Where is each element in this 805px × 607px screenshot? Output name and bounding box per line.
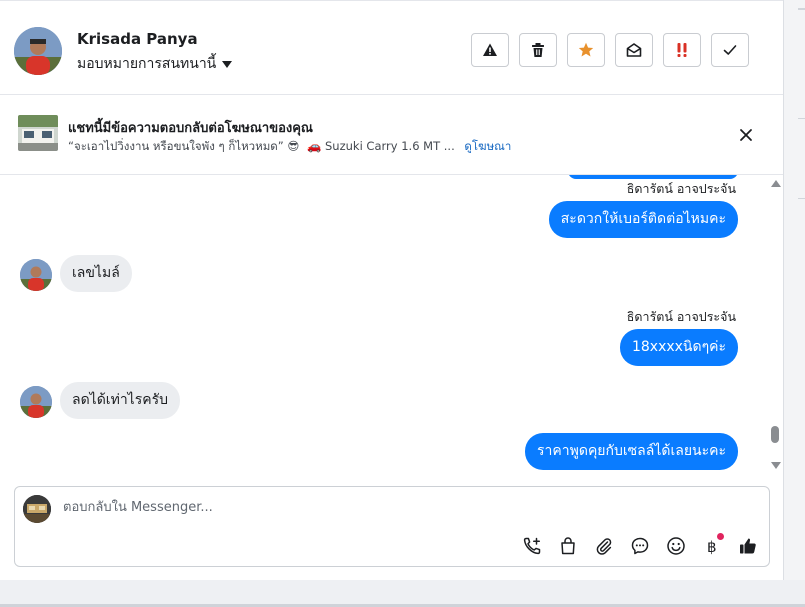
sender-name: ธิดารัตน์ อาจประจัน — [626, 309, 736, 324]
contact-avatar[interactable] — [14, 27, 62, 75]
conversation-panel: Krisada Panya มอบหมายการสนทนานี้ แชทนี้ม… — [0, 0, 784, 580]
warning-icon — [483, 43, 497, 56]
close-banner-button[interactable] — [736, 125, 756, 145]
message-bubble-outgoing[interactable]: สะดวกให้เบอร์ติดต่อไหมคะ — [548, 201, 738, 238]
notification-dot — [717, 533, 724, 540]
message-bubble-outgoing[interactable]: 18xxxxนิดๆค่ะ — [619, 329, 738, 366]
scroll-up-arrow-icon[interactable] — [771, 180, 781, 187]
contact-name[interactable]: Krisada Panya — [77, 30, 198, 48]
chat-bubble-icon[interactable] — [629, 535, 651, 557]
scroll-down-arrow-icon[interactable] — [771, 462, 781, 469]
contact-avatar-small[interactable] — [20, 259, 52, 291]
conversation-header: Krisada Panya มอบหมายการสนทนานี้ — [0, 0, 783, 95]
ad-banner-details: “จะเอาไปวิ่งงาน หรือขนใจพัง ๆ ก็ไหวหมด” … — [68, 138, 511, 156]
check-icon — [723, 45, 737, 55]
message-bubble-incoming[interactable]: ลดได้เท่าไรครับ — [60, 382, 181, 419]
message-list[interactable]: ธิดารัตน์ อาจประจัน สะดวกให้เบอร์ติดต่อไ… — [0, 175, 770, 480]
star-button[interactable] — [567, 33, 605, 67]
emoji-icon[interactable] — [665, 535, 687, 557]
ad-quote: “จะเอาไปวิ่งงาน หรือขนใจพัง ๆ ก็ไหวหมด” … — [68, 139, 300, 153]
svg-text:฿: ฿ — [707, 538, 717, 556]
mark-important-button[interactable] — [663, 33, 701, 67]
trash-icon — [532, 43, 544, 57]
page-avatar — [23, 495, 51, 523]
caret-down-icon — [222, 60, 233, 68]
report-spam-button[interactable] — [471, 33, 509, 67]
paperclip-icon[interactable] — [593, 535, 615, 557]
thumbs-up-icon[interactable] — [737, 535, 759, 557]
star-icon — [578, 42, 594, 57]
sender-name: ธิดารัตน์ อาจประจัน — [626, 181, 736, 196]
scrollbar-thumb[interactable] — [771, 426, 779, 443]
ad-banner-title: แชทนี้มีข้อความตอบกลับต่อโฆษณาของคุณ — [68, 121, 313, 136]
view-ad-link[interactable]: ดูโฆษณา — [464, 139, 511, 153]
contact-avatar-small[interactable] — [20, 386, 52, 418]
ad-name: Suzuki Carry 1.6 MT ... — [325, 139, 455, 153]
message-scrollbar[interactable] — [768, 176, 782, 476]
assign-label: มอบหมายการสนทนานี้ — [77, 56, 217, 72]
ad-thumbnail[interactable] — [18, 115, 58, 151]
close-icon — [740, 129, 752, 141]
ad-reply-banner: แชทนี้มีข้อความตอบกลับต่อโฆษณาของคุณ “จะ… — [0, 95, 783, 175]
delete-button[interactable] — [519, 33, 557, 67]
exclamation-icon — [677, 43, 687, 57]
baht-icon[interactable]: ฿ — [701, 533, 724, 557]
assign-conversation-dropdown[interactable]: มอบหมายการสนทนานี้ — [77, 53, 233, 75]
mark-unread-button[interactable] — [615, 33, 653, 67]
car-emoji: 🚗 — [307, 139, 322, 153]
message-bubble-outgoing[interactable]: ราคาพูดคุยกับเซลล์ได้เลยนะคะ — [525, 433, 738, 470]
side-panel-edge — [784, 0, 805, 600]
reply-input[interactable] — [61, 499, 665, 516]
mark-done-button[interactable] — [711, 33, 749, 67]
window-bottom-edge — [0, 580, 805, 607]
shopping-bag-icon[interactable] — [557, 535, 579, 557]
message-bubble-incoming[interactable]: เลขไมล์ — [60, 255, 132, 292]
call-add-icon[interactable] — [521, 535, 543, 557]
message-composer: ฿ — [14, 486, 770, 567]
envelope-open-icon — [626, 43, 642, 57]
